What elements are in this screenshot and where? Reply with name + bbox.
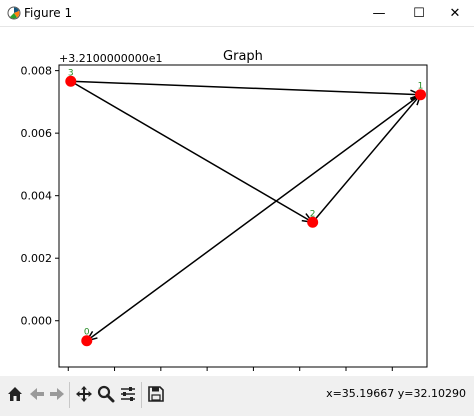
maximize-icon: ☐	[413, 5, 425, 21]
home-button[interactable]	[4, 382, 26, 406]
magnifier-icon	[97, 385, 115, 403]
y-tick-label: 0.008	[21, 65, 53, 78]
minimize-button[interactable]: —	[360, 0, 398, 26]
plot-area	[58, 64, 428, 368]
offset-label: +3.2100000000e1	[59, 52, 162, 65]
chart-title: Graph	[223, 49, 263, 64]
matplotlib-logo-icon	[7, 6, 21, 20]
arrow-left-icon	[30, 388, 44, 400]
pan-button[interactable]	[73, 382, 95, 406]
y-tick-label: 0.006	[21, 127, 53, 140]
forward-button[interactable]	[46, 382, 68, 406]
cursor-coordinates: x=35.19667 y=32.10290	[326, 387, 466, 400]
zoom-button[interactable]	[95, 382, 117, 406]
save-button[interactable]	[145, 382, 167, 406]
node-1-label: 1	[418, 82, 424, 92]
graph-plot: Graph +3.2100000000e1 35.18635.18835.190…	[21, 49, 428, 387]
arrow-right-icon	[50, 388, 64, 400]
node-2-label: 2	[310, 209, 316, 219]
minimize-icon: —	[372, 5, 386, 21]
toolbar-separator	[69, 382, 70, 408]
y-tick-label: 0.002	[21, 252, 53, 265]
sliders-icon	[121, 387, 135, 401]
window-title: Figure 1	[24, 6, 73, 20]
node-3-label: 3	[68, 68, 74, 78]
y-tick-label: 0.004	[21, 190, 53, 203]
close-button[interactable]: ✕	[436, 0, 474, 26]
toolbar-separator	[141, 382, 142, 408]
figure-canvas[interactable]: Graph +3.2100000000e1 35.18635.18835.190…	[0, 27, 474, 387]
move-icon	[76, 386, 92, 402]
home-icon	[8, 387, 22, 401]
y-tick-label: 0.000	[21, 315, 53, 328]
close-icon: ✕	[449, 5, 461, 21]
floppy-disk-icon	[148, 386, 164, 402]
navigation-toolbar: x=35.19667 y=32.10290	[0, 376, 474, 416]
configure-subplots-button[interactable]	[117, 382, 139, 406]
window-titlebar: Figure 1 — ☐ ✕	[0, 0, 474, 27]
maximize-button[interactable]: ☐	[400, 0, 438, 26]
back-button[interactable]	[26, 382, 48, 406]
node-0-label: 0	[84, 328, 90, 338]
